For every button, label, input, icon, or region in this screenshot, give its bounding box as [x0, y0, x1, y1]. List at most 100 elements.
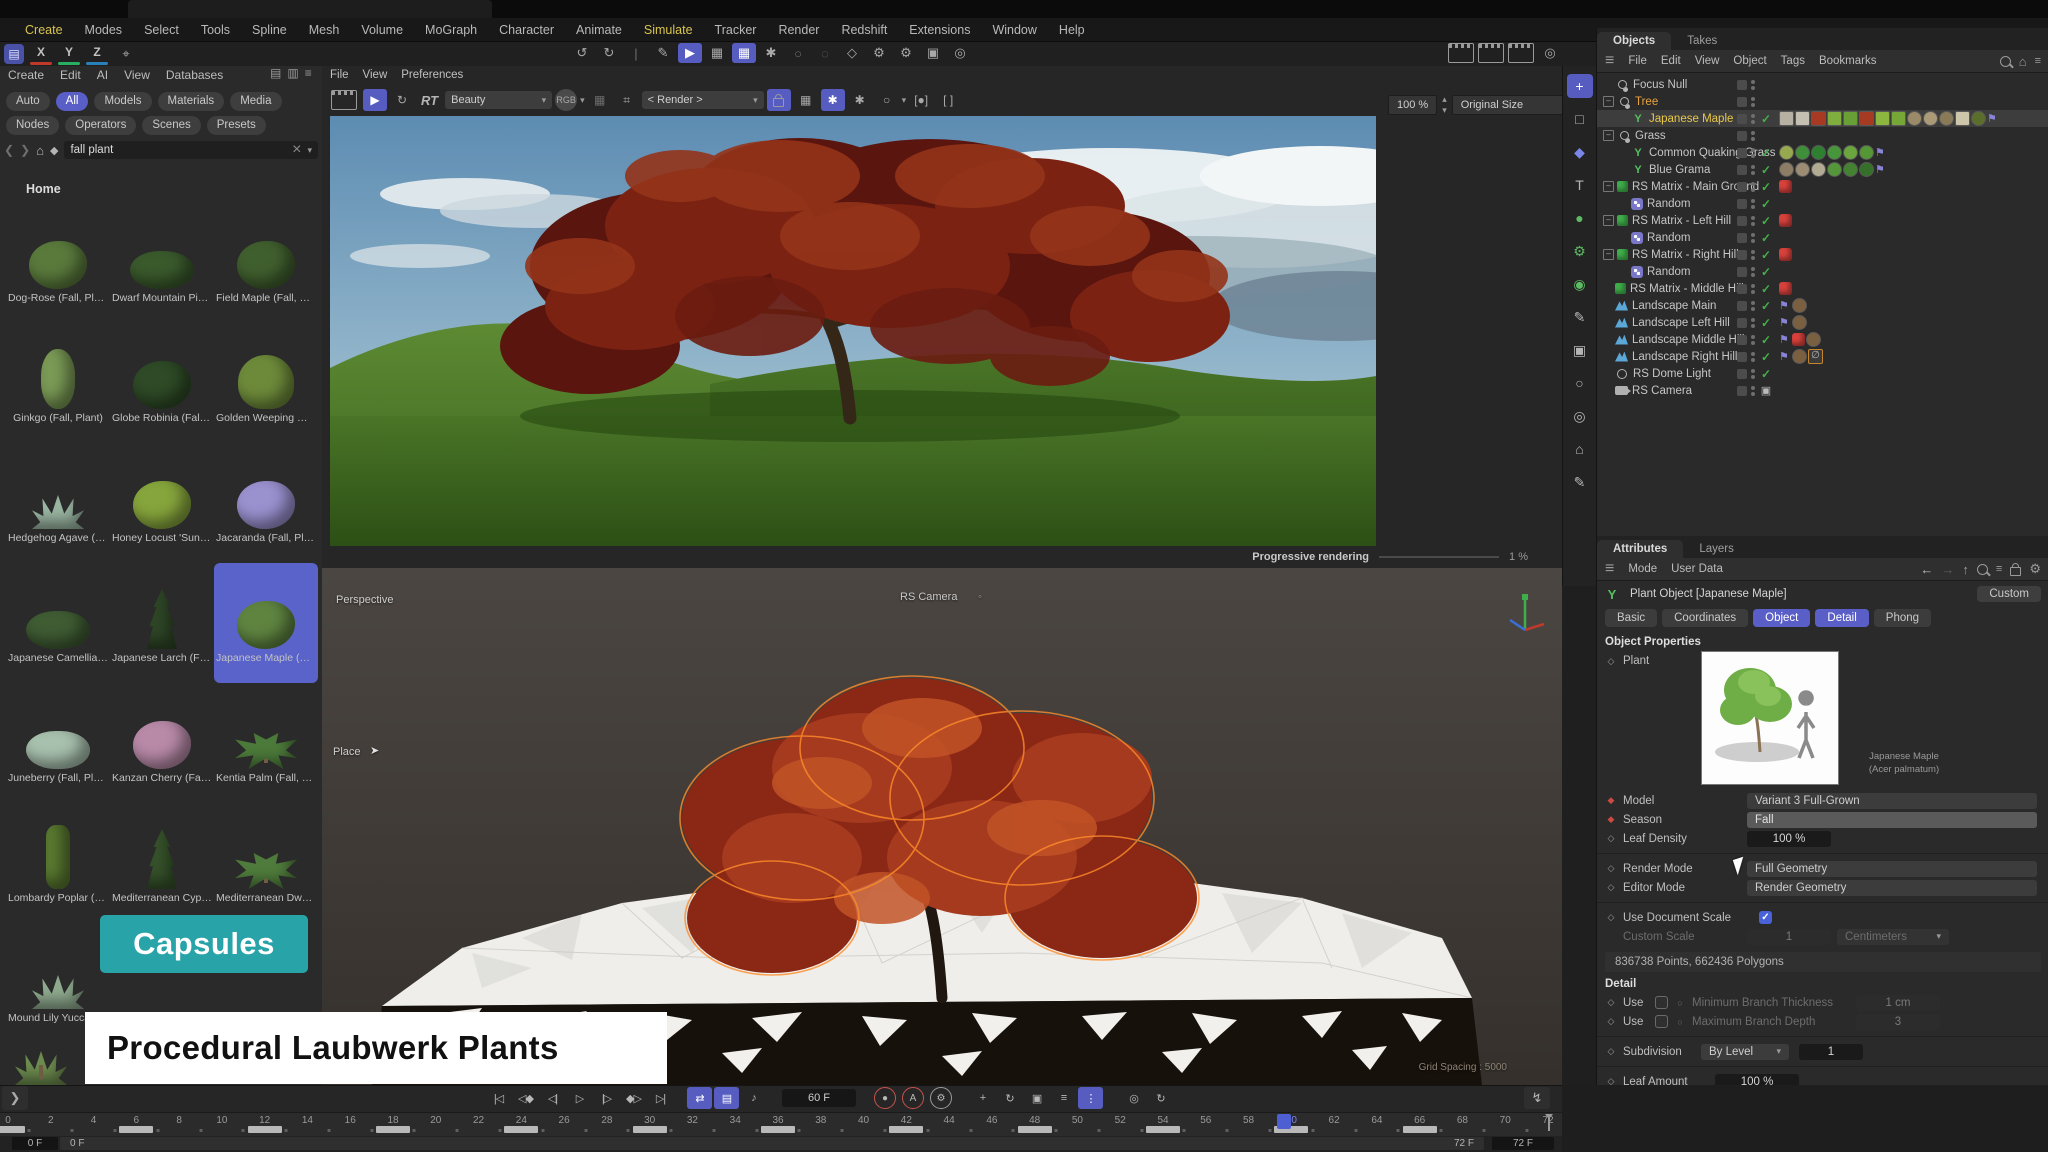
edit-toggle[interactable] [1737, 335, 1747, 345]
visibility-controls[interactable]: ✓ [1737, 333, 1773, 347]
visibility-controls[interactable]: ✓ [1737, 282, 1773, 296]
attr-render-mode-value[interactable]: Full Geometry [1747, 861, 2037, 877]
grid-view-icon[interactable]: ▤ [270, 66, 281, 80]
menu-character[interactable]: Character [488, 23, 565, 37]
edit-toggle[interactable] [1737, 148, 1747, 158]
fit-icon[interactable]: [ ] [936, 89, 960, 111]
section-tab-basic[interactable]: Basic [1605, 609, 1657, 627]
search-value[interactable]: fall plant [70, 144, 286, 156]
enabled-check-icon[interactable]: ✓ [1759, 180, 1773, 194]
enabled-check-icon[interactable]: ✓ [1759, 163, 1773, 177]
material-swatch[interactable] [1792, 298, 1807, 313]
zoom-value[interactable]: 100 % [1388, 95, 1437, 115]
asset-juneberry-fall-plant[interactable]: Juneberry (Fall, Plant) [6, 683, 110, 803]
forward-icon[interactable]: ❯ [20, 143, 30, 157]
visibility-dots[interactable] [1751, 284, 1755, 294]
rgb-channel-icon[interactable]: RGB [555, 89, 577, 111]
record-scale-icon[interactable]: ▣ [1024, 1087, 1049, 1109]
visibility-dots[interactable] [1751, 267, 1755, 277]
crop-icon[interactable]: ⌗ [615, 89, 639, 111]
edit-toggle[interactable] [1737, 199, 1747, 209]
enabled-check-icon[interactable]: ✓ [1759, 367, 1773, 381]
attr-editor-mode-value[interactable]: Render Geometry [1747, 880, 2037, 896]
attributes-burger-icon[interactable]: ≡ [1605, 560, 1614, 578]
material-swatch[interactable] [1827, 111, 1842, 126]
fcurve-icon[interactable]: ↯ [1524, 1087, 1550, 1109]
enabled-check-icon[interactable]: ✓ [1759, 214, 1773, 228]
key-settings-icon[interactable]: ⚙ [930, 1087, 952, 1109]
tab-takes[interactable]: Takes [1671, 32, 1733, 50]
filter-chip-nodes[interactable]: Nodes [6, 116, 59, 135]
goto-end-icon[interactable]: ▷| [648, 1087, 673, 1109]
mode-tool-8-icon[interactable]: ▣ [1567, 338, 1593, 362]
camera-label[interactable]: RS Camera [900, 591, 957, 603]
material-swatch[interactable] [1779, 145, 1794, 160]
object-grass[interactable]: –Grass [1597, 127, 2048, 144]
object-landscape-main[interactable]: Landscape Main✓⚑ [1597, 297, 2048, 314]
render-view-icon[interactable]: ▶ [678, 43, 702, 63]
objects-filter-icon[interactable]: ≡ [2035, 55, 2041, 67]
visibility-dots[interactable] [1751, 369, 1755, 379]
use-document-scale-checkbox[interactable]: ✓ [1759, 911, 1772, 924]
interactive-render-icon[interactable]: ▦ [732, 43, 756, 63]
annotation-tag-icon[interactable]: ⚑ [1875, 164, 1887, 176]
object-rs-matrix-left-hill[interactable]: –RS Matrix - Left Hill✓ [1597, 212, 2048, 229]
object-random[interactable]: Random✓ [1597, 263, 2048, 280]
render-picture-icon[interactable] [1478, 43, 1504, 63]
keyframe-marker[interactable] [1018, 1126, 1052, 1133]
circle-icon[interactable]: ◌ [813, 43, 837, 63]
render-menu-preferences[interactable]: Preferences [401, 69, 463, 81]
edit-toggle[interactable] [1737, 369, 1747, 379]
annotation-tag-icon[interactable]: ⚑ [1987, 113, 1999, 125]
blocked-tag-icon[interactable]: ∅ [1808, 349, 1823, 364]
start-frame-field[interactable]: 0 F [12, 1137, 58, 1150]
mode-tool-9-icon[interactable]: ○ [1567, 371, 1593, 395]
material-swatch[interactable] [1939, 111, 1954, 126]
sphere-stack-icon[interactable]: ◎ [1538, 43, 1562, 63]
visibility-controls[interactable]: ✓ [1737, 197, 1773, 211]
next-frame-icon[interactable]: |▷ [594, 1087, 619, 1109]
gear-a-icon[interactable]: ⚙ [867, 43, 891, 63]
visibility-dots[interactable] [1751, 114, 1755, 124]
render-view-clap-icon[interactable] [1448, 43, 1474, 63]
object-rs-matrix-right-hill[interactable]: –RS Matrix - Right Hill✓ [1597, 246, 2048, 263]
menu-render[interactable]: Render [767, 23, 830, 37]
visibility-dots[interactable] [1751, 335, 1755, 345]
end-frame-field[interactable]: 72 F [1492, 1137, 1554, 1150]
custom-scale-value[interactable]: 1 [1747, 929, 1831, 945]
asset-menu-create[interactable]: Create [8, 68, 44, 82]
mode-tool-5-icon[interactable]: ⚙ [1567, 239, 1593, 263]
expander-icon[interactable]: – [1603, 249, 1614, 260]
annotation-tag-icon[interactable]: ⚑ [1779, 334, 1791, 346]
enabled-check-icon[interactable]: ✓ [1759, 146, 1773, 160]
redshift-tag-icon[interactable] [1779, 214, 1792, 227]
material-swatch[interactable] [1779, 162, 1794, 177]
keyframe-marker[interactable] [119, 1126, 153, 1133]
enabled-check-icon[interactable]: ✓ [1759, 248, 1773, 262]
plant-thumbnail-partial[interactable] [14, 1030, 68, 1085]
section-tab-coordinates[interactable]: Coordinates [1662, 609, 1748, 627]
keyframe-marker[interactable] [376, 1126, 410, 1133]
clear-search-icon[interactable]: × [292, 141, 301, 159]
history-back-icon[interactable]: ← [1920, 562, 1933, 577]
rt-mode-label[interactable]: RT [417, 93, 442, 108]
workplane-icon[interactable]: ⌖ [114, 44, 138, 64]
render-team-icon[interactable] [1508, 43, 1534, 63]
sound-icon[interactable]: ♪ [741, 1087, 766, 1109]
current-frame-field[interactable]: 60 F [782, 1089, 856, 1107]
material-swatch[interactable] [1779, 111, 1794, 126]
mode-tool-1-icon[interactable]: □ [1567, 107, 1593, 131]
material-swatch[interactable] [1806, 332, 1821, 347]
material-swatch[interactable] [1843, 111, 1858, 126]
axis-x-button[interactable]: X [30, 43, 52, 65]
material-swatch[interactable] [1795, 162, 1810, 177]
object-rs-dome-light[interactable]: RS Dome Light✓ [1597, 365, 2048, 382]
pen-icon[interactable]: ✎ [651, 43, 675, 63]
section-tab-object[interactable]: Object [1753, 609, 1810, 627]
record-pla-icon[interactable]: ⋮ [1078, 1087, 1103, 1109]
asset-dwarf-mountain-pine[interactable]: Dwarf Mountain Pine (... [110, 203, 214, 323]
visibility-controls[interactable] [1737, 97, 1755, 107]
visibility-dots[interactable] [1751, 182, 1755, 192]
region-icon[interactable]: ○ [875, 89, 899, 111]
expander-icon[interactable]: – [1603, 130, 1614, 141]
